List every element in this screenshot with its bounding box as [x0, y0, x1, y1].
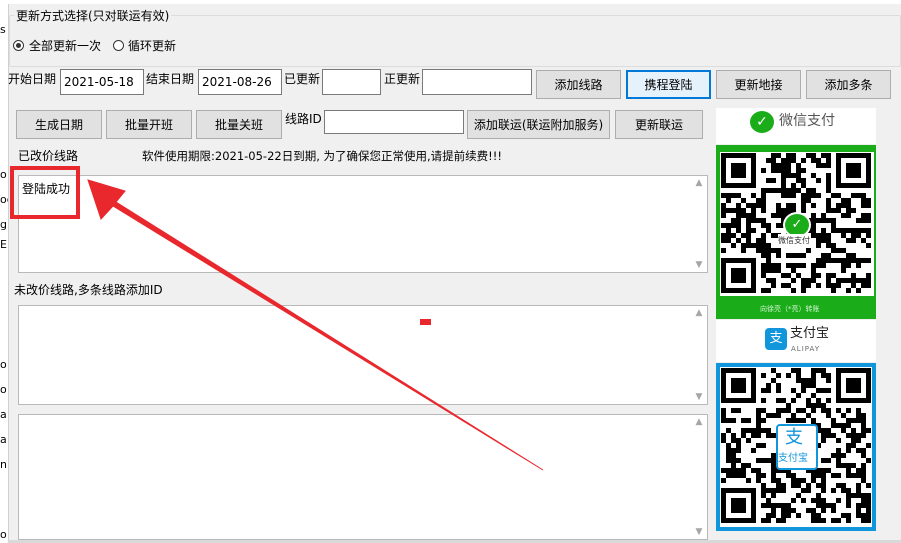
arrow-shape: [87, 179, 544, 471]
annotation-arrow: [87, 179, 544, 471]
